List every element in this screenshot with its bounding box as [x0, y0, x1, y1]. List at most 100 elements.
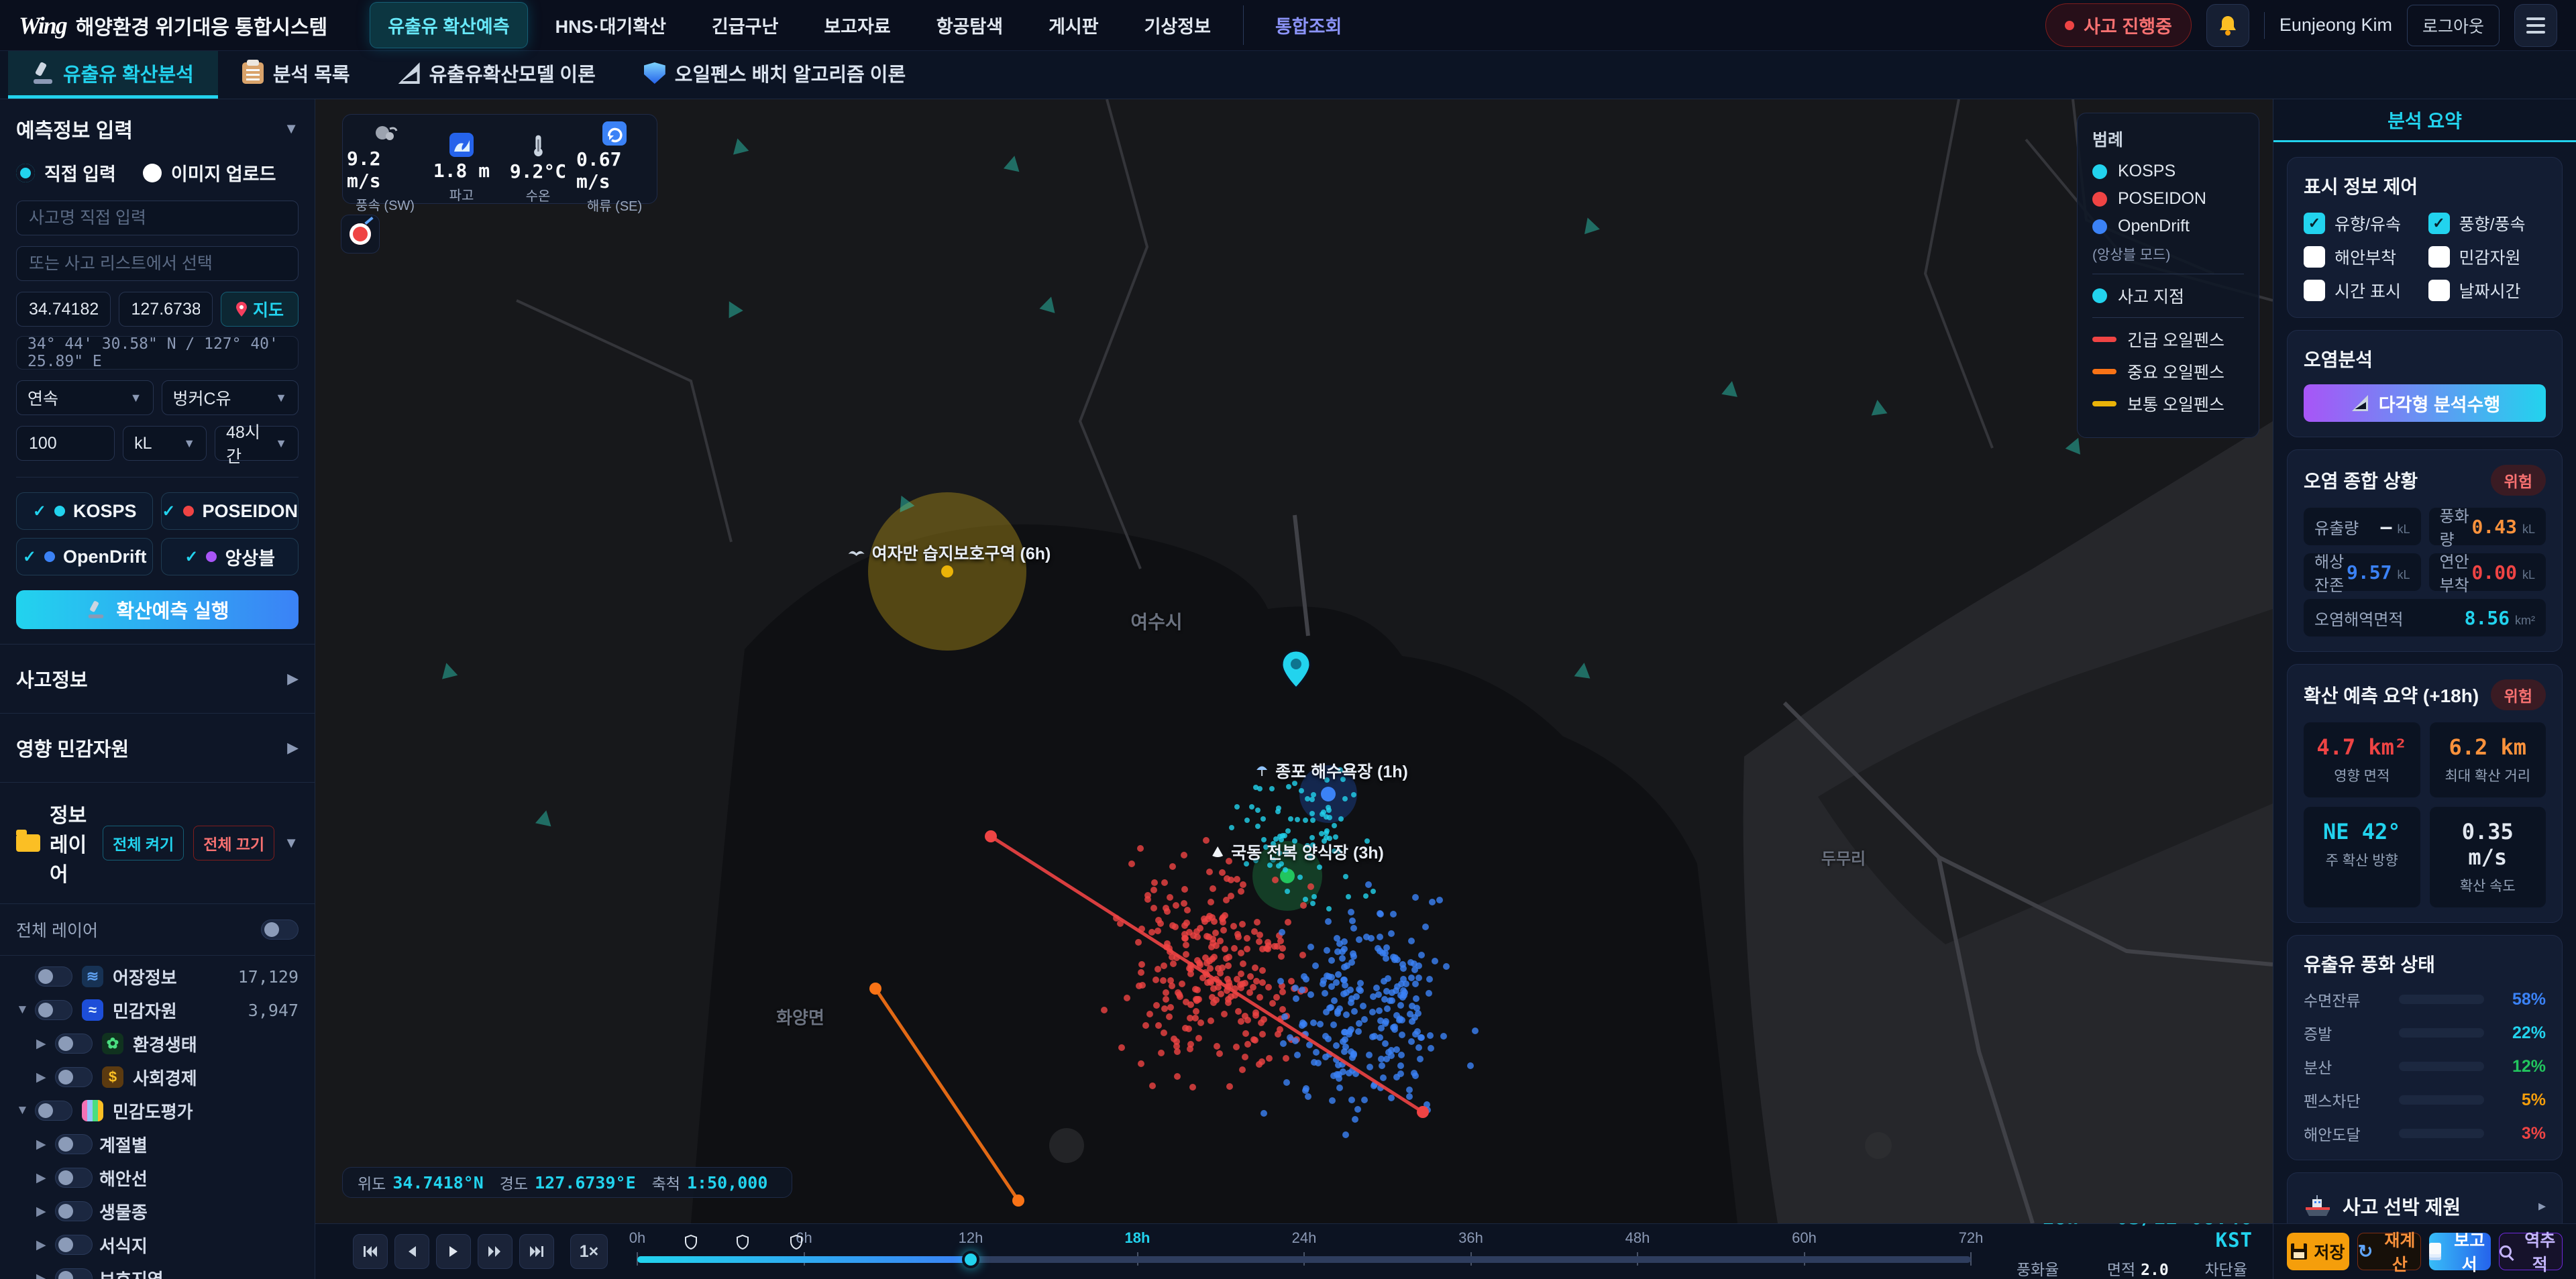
nav-item[interactable]: 기상정보 [1127, 3, 1228, 48]
layer-tree-row[interactable]: ▶ 생물종 [16, 1194, 305, 1228]
tree-expand-icon[interactable]: ▶ [36, 1204, 55, 1219]
layer-toggle[interactable] [55, 1201, 93, 1221]
tree-expand-icon[interactable]: ▶ [36, 1170, 55, 1186]
radio-direct-input[interactable]: 직접 입력 [16, 160, 116, 186]
layer-toggle[interactable] [55, 1134, 93, 1154]
fast-forward-button[interactable] [478, 1234, 513, 1269]
tree-expand-icon[interactable]: ▶ [36, 1271, 55, 1279]
fence-deploy-marker[interactable] [684, 1234, 698, 1253]
model-toggle-chip[interactable]: ✓ OpenDrift [16, 538, 154, 575]
risk-badge: 위험 [2490, 465, 2546, 496]
layer-toggle[interactable] [35, 966, 72, 987]
all-layers-toggle[interactable] [261, 920, 299, 940]
incident-list-input[interactable] [16, 246, 299, 281]
timeline-track[interactable] [637, 1256, 1971, 1263]
run-prediction-button[interactable]: 확산예측 실행 [16, 590, 299, 629]
layer-toggle[interactable] [55, 1268, 93, 1279]
layer-tree-row[interactable]: ▶ 보호지역 [16, 1262, 305, 1279]
layer-tree-row[interactable]: ▼ 민감도평가 [16, 1094, 305, 1127]
tree-expand-icon[interactable]: ▶ [36, 1237, 55, 1253]
action-button[interactable]: 보고서 [2428, 1231, 2491, 1274]
skip-start-button[interactable] [353, 1234, 388, 1269]
tree-expand-icon[interactable]: ▶ [36, 1070, 55, 1085]
layer-tree-row[interactable]: ▼ ≈ 민감자원 3,947 [16, 993, 305, 1027]
amount-input[interactable] [16, 426, 115, 461]
layers-all-on-button[interactable]: 전체 켜기 [103, 826, 184, 860]
spill-type-select[interactable]: 연속 ▼ [16, 380, 154, 415]
nav-item[interactable]: 긴급구난 [694, 3, 796, 48]
notifications-button[interactable] [2206, 3, 2249, 47]
tab[interactable]: 분석 목록 [218, 51, 374, 99]
section-incident-info[interactable]: 사고정보 ▶ [0, 645, 315, 714]
tree-expand-icon[interactable]: ▶ [36, 1036, 55, 1052]
nav-item[interactable]: 게시판 [1031, 3, 1116, 48]
timeline-track-area[interactable]: 0h 6h 12h 18h 24h 36h 48h 60h 72h [629, 1224, 1983, 1279]
chevron-down-icon[interactable]: ▼ [284, 120, 299, 137]
tab[interactable]: 유출유 확산분석 [8, 51, 218, 99]
fence-deploy-marker[interactable] [736, 1234, 749, 1253]
map-canvas[interactable]: 여자만 습지보호구역 (6h) 종포 해수욕장 (1h) 국동 전복 양식장 (… [315, 99, 2273, 1223]
polygon-analysis-button[interactable]: 다각형 분석수행 [2304, 384, 2546, 422]
display-option-checkbox[interactable]: 시간 표시 [2304, 278, 2422, 302]
tab[interactable]: 오일펜스 배치 알고리즘 이론 [620, 51, 930, 99]
layer-toggle[interactable] [35, 1000, 72, 1020]
step-back-button[interactable] [394, 1234, 429, 1269]
chevron-down-icon[interactable]: ▼ [284, 834, 299, 852]
target-tool-button[interactable] [341, 215, 380, 254]
display-option-checkbox[interactable]: 날짜시간 [2428, 278, 2546, 302]
nav-item[interactable]: HNS·대기확산 [538, 3, 684, 48]
section-affected-resources[interactable]: 영향 민감자원 ▶ [0, 714, 315, 783]
vessel-spec-section[interactable]: 사고 선박 제원 ▸ [2287, 1172, 2563, 1223]
nav-item[interactable]: 보고자료 [806, 3, 908, 48]
action-button[interactable]: 저장 [2287, 1233, 2349, 1270]
tree-expand-icon[interactable]: ▶ [36, 1137, 55, 1152]
tree-expand-icon[interactable]: ▼ [16, 1103, 35, 1118]
layer-toggle[interactable] [55, 1067, 93, 1087]
nav-item[interactable]: 유출유 확산예측 [370, 3, 527, 48]
layer-tree-row[interactable]: ▶ 계절별 [16, 1127, 305, 1161]
playback-speed-button[interactable]: 1× [570, 1234, 608, 1269]
radio-image-upload[interactable]: 이미지 업로드 [142, 160, 276, 186]
logout-button[interactable]: 로그아웃 [2406, 4, 2500, 46]
incident-name-input[interactable] [16, 201, 299, 235]
layer-toggle[interactable] [55, 1168, 93, 1188]
layer-tree-row[interactable]: ▶ $ 사회경제 [16, 1060, 305, 1094]
skip-end-button[interactable] [519, 1234, 554, 1269]
model-toggle-chip[interactable]: ✓ KOSPS [16, 492, 154, 530]
unit-select[interactable]: kL ▼ [123, 426, 207, 461]
duration-select[interactable]: 48시간 ▼ [215, 423, 299, 466]
display-option-checkbox[interactable]: 유향/유속 [2304, 211, 2422, 235]
display-option-checkbox[interactable]: 풍향/풍속 [2428, 211, 2546, 235]
layer-tree-row[interactable]: ▶ 해안선 [16, 1161, 305, 1194]
action-button[interactable]: 역추적 [2499, 1231, 2563, 1274]
menu-button[interactable] [2514, 3, 2557, 47]
oil-type-select[interactable]: 벙커C유 ▼ [161, 380, 299, 415]
layer-toggle[interactable] [55, 1235, 93, 1255]
latitude-input[interactable] [16, 292, 111, 327]
display-option-checkbox[interactable]: 해안부착 [2304, 245, 2422, 269]
nav-item[interactable]: 통합조회 [1242, 3, 1359, 48]
longitude-input[interactable] [118, 292, 213, 327]
weather-panel: 9.2 m/s 풍속 (SW) 1.8 m 파고 9.2°C 수온 0.67 m… [342, 114, 657, 214]
pick-on-map-button[interactable]: 지도 [221, 292, 299, 327]
model-toggle-chip[interactable]: ✓ POSEIDON [161, 492, 299, 530]
weather-wave: 1.8 m 파고 [423, 132, 500, 204]
timeline-playhead[interactable] [962, 1251, 979, 1268]
incident-pin-icon[interactable] [1280, 649, 1312, 689]
legend-fence-line-icon [2092, 401, 2116, 406]
layer-tree-row[interactable]: ▶ 서식지 [16, 1228, 305, 1262]
checkbox-icon [2428, 213, 2450, 234]
tab[interactable]: 유출유확산모델 이론 [374, 51, 620, 99]
layers-all-off-button[interactable]: 전체 끄기 [193, 826, 275, 860]
nav-item[interactable]: 항공탐색 [919, 3, 1020, 48]
layer-toggle[interactable] [55, 1034, 93, 1054]
layer-tree-row[interactable]: ≋ 어장정보 17,129 [16, 960, 305, 993]
layer-tree-row[interactable]: ▶ ✿ 환경생태 [16, 1027, 305, 1060]
action-button[interactable]: 재계산 [2357, 1231, 2421, 1274]
model-toggle-chip[interactable]: ✓ 앙상블 [161, 538, 299, 575]
tree-expand-icon[interactable]: ▼ [16, 1003, 35, 1017]
play-button[interactable] [436, 1234, 471, 1269]
layer-toggle[interactable] [35, 1101, 72, 1121]
fence-deploy-marker[interactable] [790, 1234, 803, 1253]
display-option-checkbox[interactable]: 민감자원 [2428, 245, 2546, 269]
